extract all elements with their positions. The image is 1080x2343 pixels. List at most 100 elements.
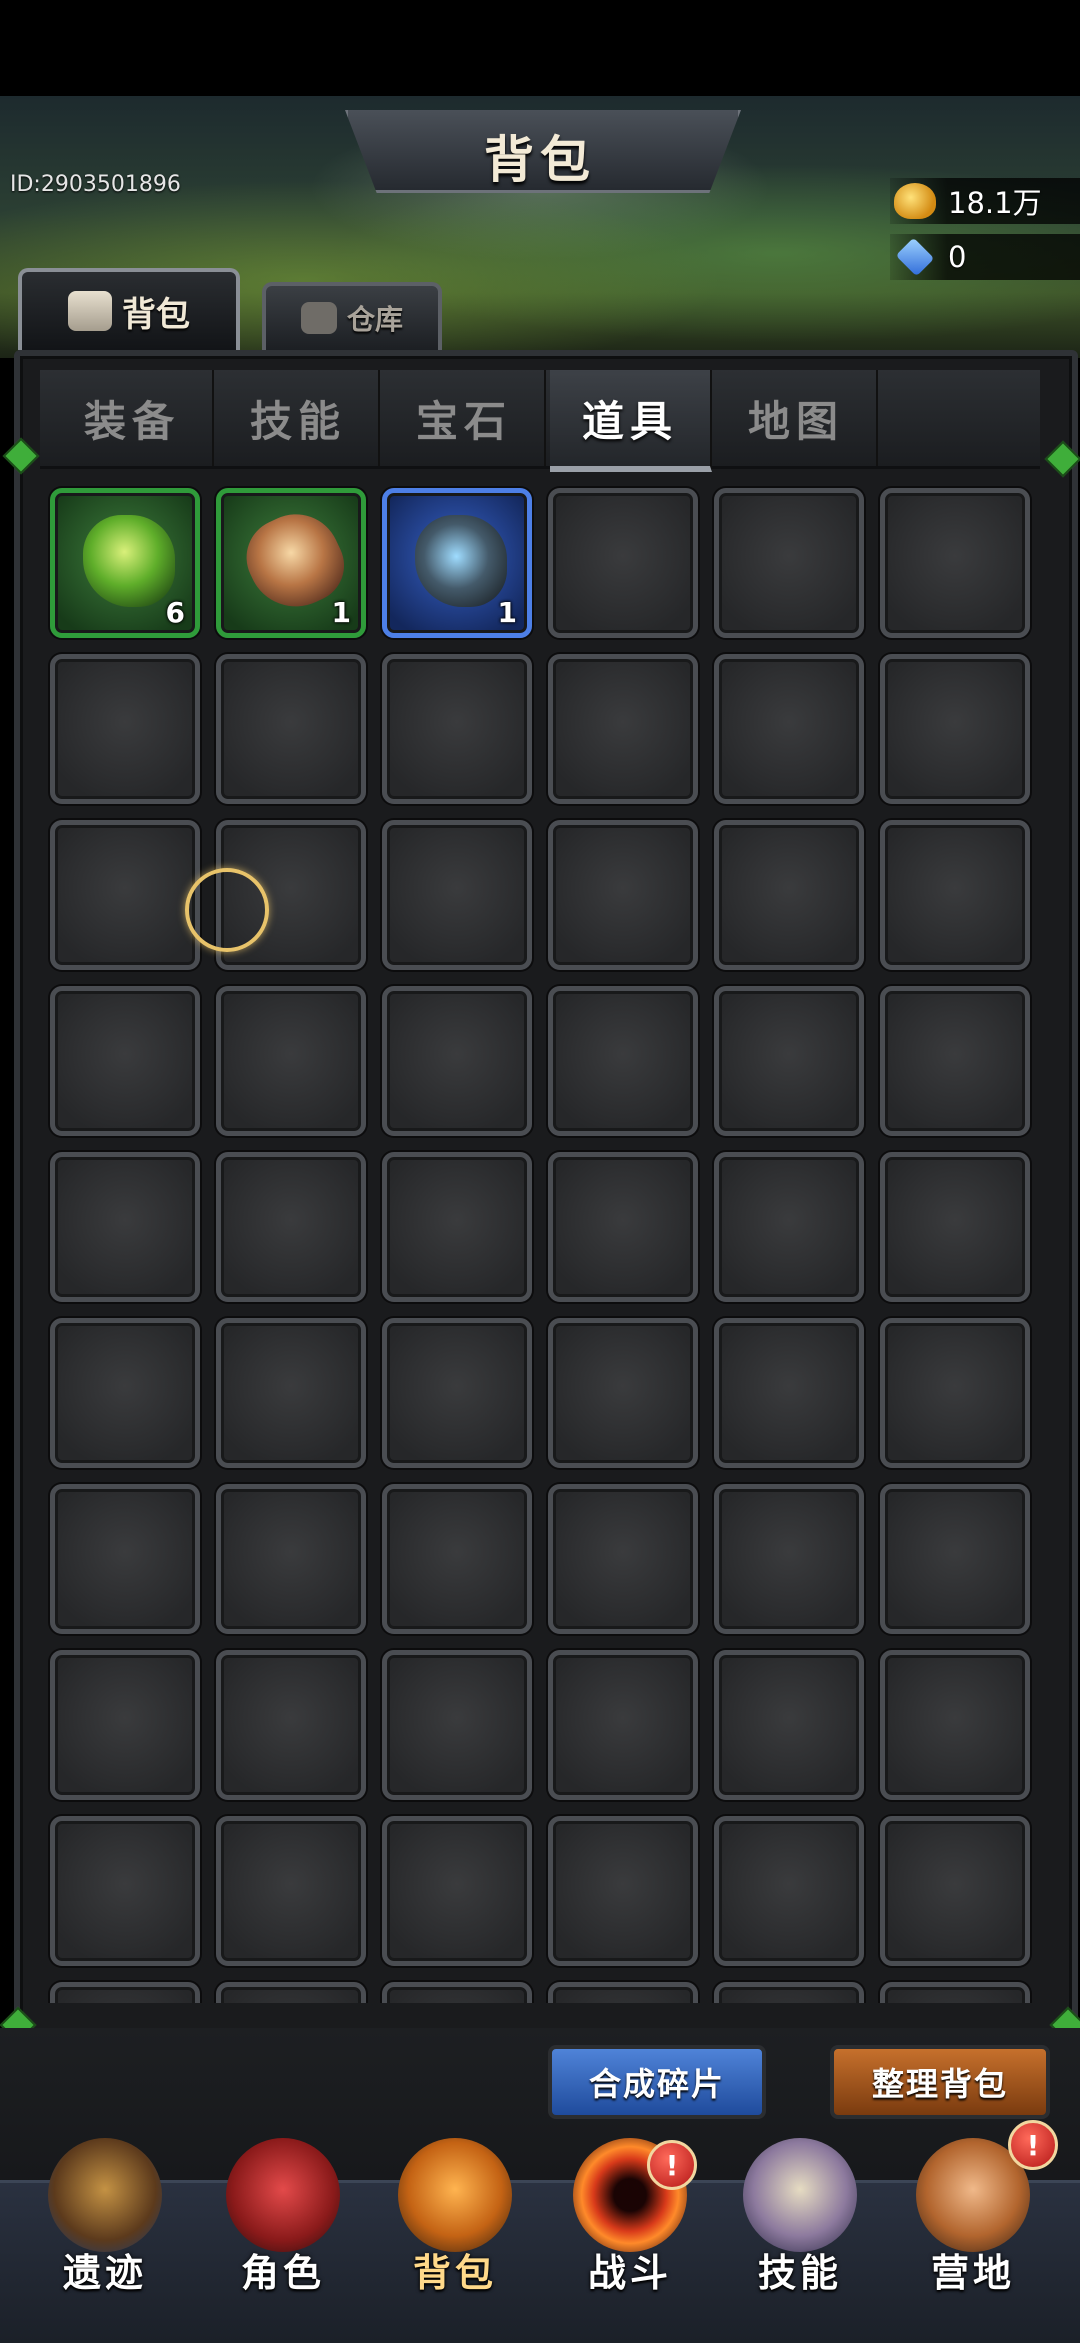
inventory-slot[interactable] xyxy=(382,986,532,1136)
inventory-slot[interactable] xyxy=(382,1650,532,1800)
inventory-slot[interactable] xyxy=(50,1318,200,1468)
nav-character-label: 角色 xyxy=(240,2251,325,2295)
tab-warehouse-label: 仓库 xyxy=(346,303,403,336)
inventory-slot[interactable] xyxy=(548,1982,698,2003)
gold-coins-icon xyxy=(894,183,936,219)
ruins-sword-icon xyxy=(48,2138,162,2252)
inventory-slot[interactable] xyxy=(880,1318,1030,1468)
inventory-grid: 6 1 1 xyxy=(40,478,1040,2003)
inventory-slot[interactable] xyxy=(714,1318,864,1468)
inventory-slot[interactable] xyxy=(50,986,200,1136)
nav-camp[interactable]: ! 营地 xyxy=(888,2120,1058,2340)
inventory-slot[interactable] xyxy=(216,986,366,1136)
inventory-slot[interactable] xyxy=(216,1982,366,2003)
gem-value: 0 xyxy=(948,240,967,274)
status-bar xyxy=(0,0,1080,96)
tab-backpack[interactable]: 背包 xyxy=(18,268,240,350)
alert-badge: ! xyxy=(647,2140,697,2190)
inventory-slot[interactable] xyxy=(548,488,698,638)
rune-stone-icon xyxy=(415,515,507,607)
inventory-slot[interactable] xyxy=(880,654,1030,804)
inventory-slot[interactable] xyxy=(50,1650,200,1800)
tab-equipment[interactable]: 装备 xyxy=(52,370,214,466)
inventory-slot[interactable] xyxy=(714,1816,864,1966)
inventory-slot[interactable] xyxy=(714,1152,864,1302)
inventory-slot[interactable] xyxy=(714,1484,864,1634)
category-tabs: 装备 技能 宝石 道具 地图 xyxy=(40,370,1040,472)
inventory-slot[interactable] xyxy=(548,986,698,1136)
inventory-slot[interactable] xyxy=(216,1650,366,1800)
inventory-slot[interactable] xyxy=(880,1484,1030,1634)
gem-counter: 0 xyxy=(890,234,1080,280)
inventory-slot[interactable] xyxy=(714,488,864,638)
inventory-slot[interactable] xyxy=(548,1650,698,1800)
nav-skills-label: 技能 xyxy=(757,2251,842,2295)
inventory-slot[interactable] xyxy=(880,820,1030,970)
nav-ruins-label: 遗迹 xyxy=(62,2251,147,2295)
inventory-slot[interactable] xyxy=(216,654,366,804)
nav-skills[interactable]: 技能 xyxy=(715,2120,885,2340)
tab-warehouse[interactable]: 仓库 xyxy=(262,282,442,350)
inventory-slot[interactable] xyxy=(382,820,532,970)
nav-backpack[interactable]: 背包 xyxy=(370,2120,540,2340)
inventory-slot[interactable] xyxy=(880,1982,1030,2003)
inventory-slot[interactable] xyxy=(382,1982,532,2003)
inventory-slot[interactable]: 1 xyxy=(216,488,366,638)
inventory-slot[interactable] xyxy=(50,1152,200,1302)
tab-maps[interactable]: 地图 xyxy=(716,370,878,466)
item-count: 1 xyxy=(497,596,517,629)
inventory-slot[interactable]: 6 xyxy=(50,488,200,638)
inventory-slot[interactable] xyxy=(714,1650,864,1800)
inventory-slot[interactable] xyxy=(50,1484,200,1634)
inventory-slot[interactable] xyxy=(382,1484,532,1634)
inventory-slot[interactable] xyxy=(216,1816,366,1966)
inventory-slot[interactable]: 1 xyxy=(382,488,532,638)
nav-battle-label: 战斗 xyxy=(587,2251,672,2295)
item-count: 6 xyxy=(165,596,185,629)
nav-character[interactable]: 角色 xyxy=(198,2120,368,2340)
tab-skills[interactable]: 技能 xyxy=(218,370,380,466)
inventory-slot[interactable] xyxy=(714,820,864,970)
inventory-slot[interactable] xyxy=(216,1152,366,1302)
inventory-slot[interactable] xyxy=(548,1816,698,1966)
inventory-slot[interactable] xyxy=(548,1318,698,1468)
player-id: ID:2903501896 xyxy=(10,172,181,197)
inventory-slot[interactable] xyxy=(714,986,864,1136)
inventory-slot[interactable] xyxy=(382,1152,532,1302)
inventory-slot[interactable] xyxy=(548,820,698,970)
inventory-slot[interactable] xyxy=(714,1982,864,2003)
inventory-slot[interactable] xyxy=(50,820,200,970)
inventory-slot[interactable] xyxy=(880,488,1030,638)
inventory-slot[interactable] xyxy=(880,1152,1030,1302)
backpack-icon xyxy=(398,2138,512,2252)
nav-ruins[interactable]: 遗迹 xyxy=(20,2120,190,2340)
tab-gems[interactable]: 宝石 xyxy=(384,370,546,466)
inventory-slot[interactable] xyxy=(50,1982,200,2003)
inventory-slot[interactable] xyxy=(382,654,532,804)
inventory-slot[interactable] xyxy=(50,1816,200,1966)
backpack-icon xyxy=(68,291,112,331)
gold-counter: 18.1万 xyxy=(890,178,1080,224)
inventory-slot[interactable] xyxy=(880,1816,1030,1966)
nav-backpack-label: 背包 xyxy=(412,2251,497,2295)
merge-fragments-button[interactable]: 合成碎片 xyxy=(548,2045,766,2119)
inventory-slot[interactable] xyxy=(880,1650,1030,1800)
inventory-slot[interactable] xyxy=(382,1816,532,1966)
inventory-slot[interactable] xyxy=(714,654,864,804)
alert-badge: ! xyxy=(1008,2120,1058,2170)
sort-bag-button[interactable]: 整理背包 xyxy=(830,2045,1050,2119)
chest-icon xyxy=(300,302,337,334)
inventory-slot[interactable] xyxy=(216,1318,366,1468)
inventory-slot[interactable] xyxy=(548,654,698,804)
inventory-slot[interactable] xyxy=(548,1484,698,1634)
inventory-slot[interactable] xyxy=(880,986,1030,1136)
touch-indicator xyxy=(185,868,269,952)
inventory-slot[interactable] xyxy=(216,1484,366,1634)
inventory-slot[interactable] xyxy=(382,1318,532,1468)
nav-battle[interactable]: ! 战斗 xyxy=(545,2120,715,2340)
inventory-slot[interactable] xyxy=(50,654,200,804)
nav-camp-label: 营地 xyxy=(930,2251,1015,2295)
tab-items[interactable]: 道具 xyxy=(550,370,712,472)
blue-gem-icon xyxy=(895,237,935,277)
inventory-slot[interactable] xyxy=(548,1152,698,1302)
